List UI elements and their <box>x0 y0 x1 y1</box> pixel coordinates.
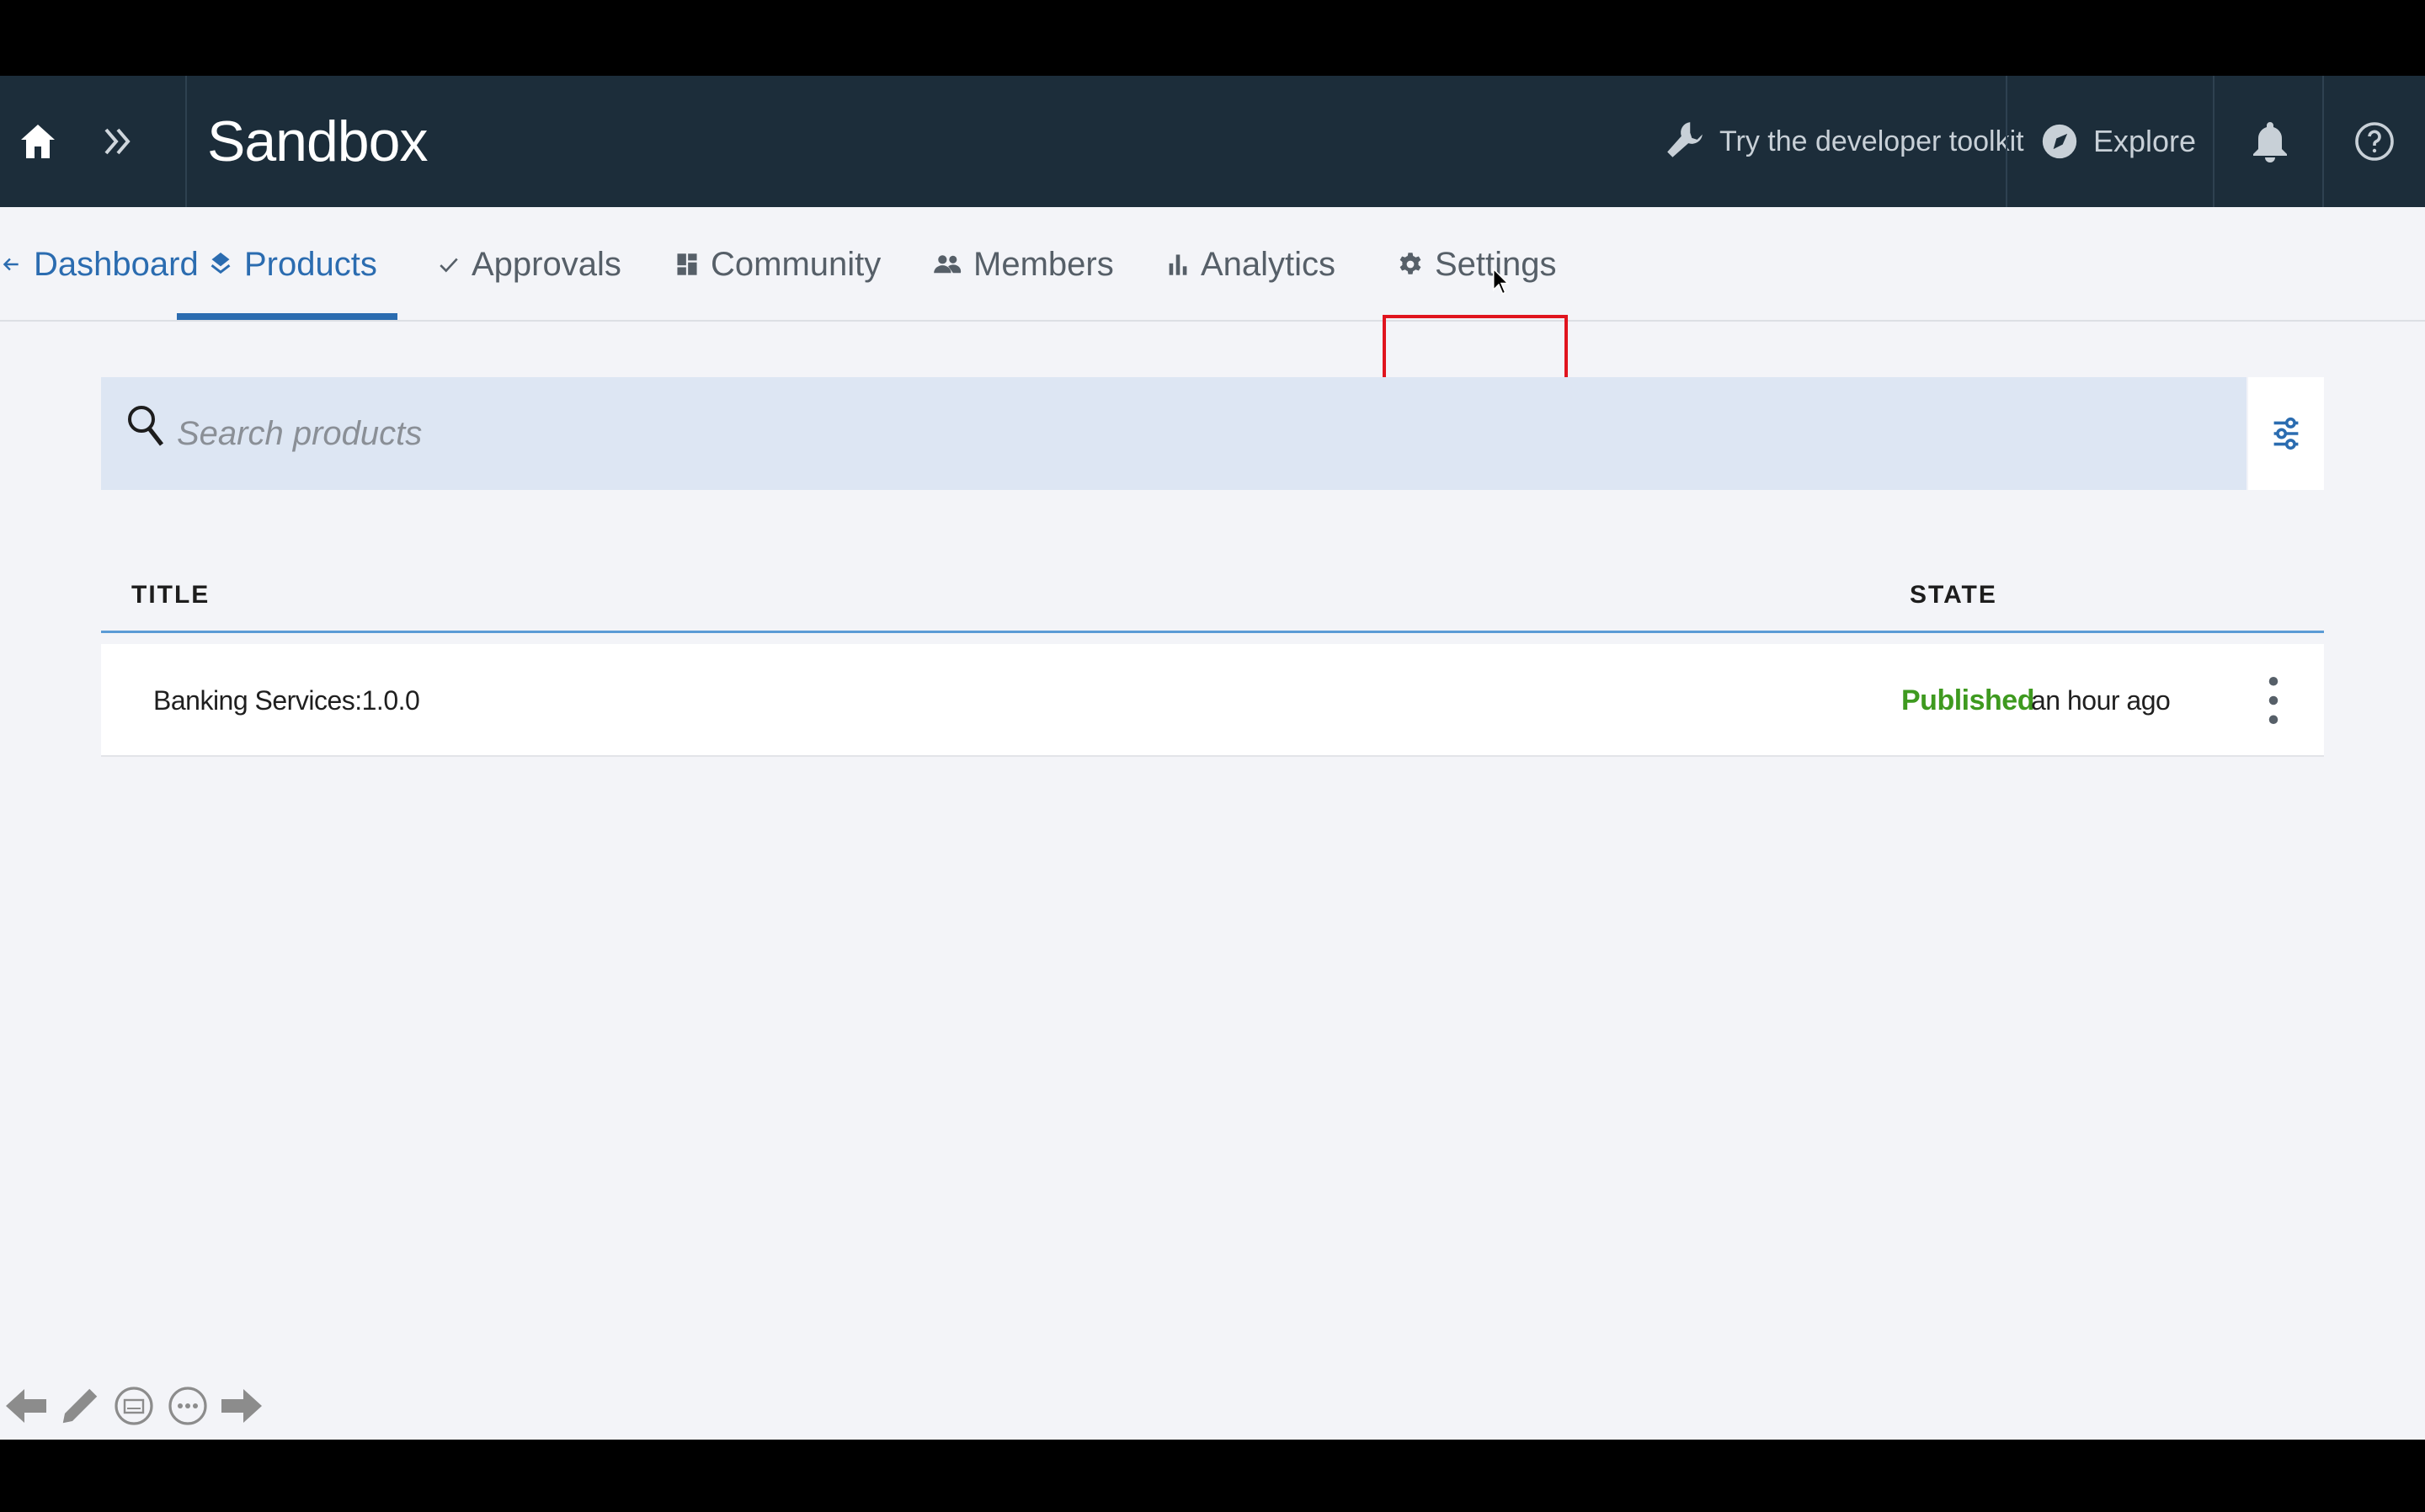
captions-icon <box>115 1387 153 1425</box>
mouse-cursor-icon <box>1492 268 1510 295</box>
column-header-title[interactable]: TITLE <box>131 581 210 610</box>
tab-label: Analytics <box>1201 245 1336 283</box>
pencil-icon <box>62 1388 98 1424</box>
expand-nav-button[interactable] <box>84 76 152 207</box>
tab-settings[interactable]: Settings <box>1398 207 1557 322</box>
row-overflow-menu-button[interactable] <box>2248 669 2299 732</box>
search-bar <box>101 377 2246 490</box>
kebab-menu-icon <box>2268 677 2278 724</box>
status-badge: Published <box>1901 684 2034 716</box>
active-tab-indicator <box>177 313 397 320</box>
top-header: Sandbox Try the developer toolkit Explor… <box>0 76 2425 207</box>
explore-link[interactable]: Explore <box>2041 76 2196 207</box>
compass-icon <box>2042 124 2077 159</box>
header-divider <box>2213 76 2214 207</box>
tab-community[interactable]: Community <box>675 207 881 322</box>
gear-icon <box>1399 253 1421 274</box>
search-input[interactable] <box>177 377 2198 490</box>
double-chevron-right-icon <box>104 128 131 155</box>
tab-label: Members <box>973 245 1114 283</box>
tab-members[interactable]: Members <box>933 207 1114 322</box>
header-divider <box>185 76 187 207</box>
more-dots-icon <box>168 1387 207 1425</box>
bell-icon <box>2253 122 2287 162</box>
tab-dashboard[interactable]: Dashboard <box>0 207 199 322</box>
analytics-icon <box>1169 254 1187 275</box>
arrow-left-icon <box>6 1389 46 1423</box>
tab-analytics[interactable]: Analytics <box>1167 207 1335 322</box>
previous-button[interactable] <box>3 1381 49 1431</box>
help-icon <box>2355 122 2394 161</box>
table-row[interactable]: Banking Services:1.0.0 Published an hour… <box>101 644 2324 757</box>
next-button[interactable] <box>219 1381 264 1431</box>
search-icon <box>128 406 163 446</box>
letterbox-top <box>0 0 2425 76</box>
tab-bar: Dashboard Products Approvals Community M… <box>0 207 2425 389</box>
arrow-left-icon <box>3 258 19 271</box>
notifications-button[interactable] <box>2216 76 2324 207</box>
help-button[interactable] <box>2324 76 2425 207</box>
product-title[interactable]: Banking Services:1.0.0 <box>153 644 420 757</box>
home-button[interactable] <box>0 76 76 207</box>
updated-timestamp: an hour ago <box>2031 685 2171 716</box>
column-header-state[interactable]: STATE <box>1910 581 1997 610</box>
tab-label: Community <box>711 245 882 283</box>
wrench-icon <box>1667 122 1703 157</box>
table-header: TITLE STATE <box>101 564 2324 633</box>
products-icon <box>211 253 231 274</box>
filter-sliders-icon <box>2273 417 2299 450</box>
explore-label: Explore <box>2093 124 2197 158</box>
community-icon <box>677 253 697 275</box>
annotate-button[interactable] <box>57 1381 103 1431</box>
tab-label: Products <box>244 245 377 283</box>
arrow-right-icon <box>221 1389 262 1423</box>
letterbox-bottom <box>0 1440 2425 1512</box>
members-icon <box>934 255 962 274</box>
captions-button[interactable] <box>111 1381 157 1431</box>
checkmark-icon <box>440 258 458 273</box>
player-controls <box>3 1381 264 1431</box>
page-title: Sandbox <box>207 109 428 173</box>
tab-label: Dashboard <box>34 245 199 283</box>
filter-button[interactable] <box>2248 377 2324 490</box>
tab-label: Approvals <box>472 245 621 283</box>
developer-toolkit-link[interactable]: Try the developer toolkit <box>1664 76 2024 207</box>
app-window: Sandbox Try the developer toolkit Explor… <box>0 76 2425 1440</box>
more-options-button[interactable] <box>165 1381 211 1431</box>
header-divider <box>2006 76 2007 207</box>
developer-toolkit-label: Try the developer toolkit <box>1719 125 2024 157</box>
tab-approvals[interactable]: Approvals <box>438 207 621 322</box>
home-icon <box>21 125 55 158</box>
tab-products[interactable]: Products <box>209 207 377 322</box>
